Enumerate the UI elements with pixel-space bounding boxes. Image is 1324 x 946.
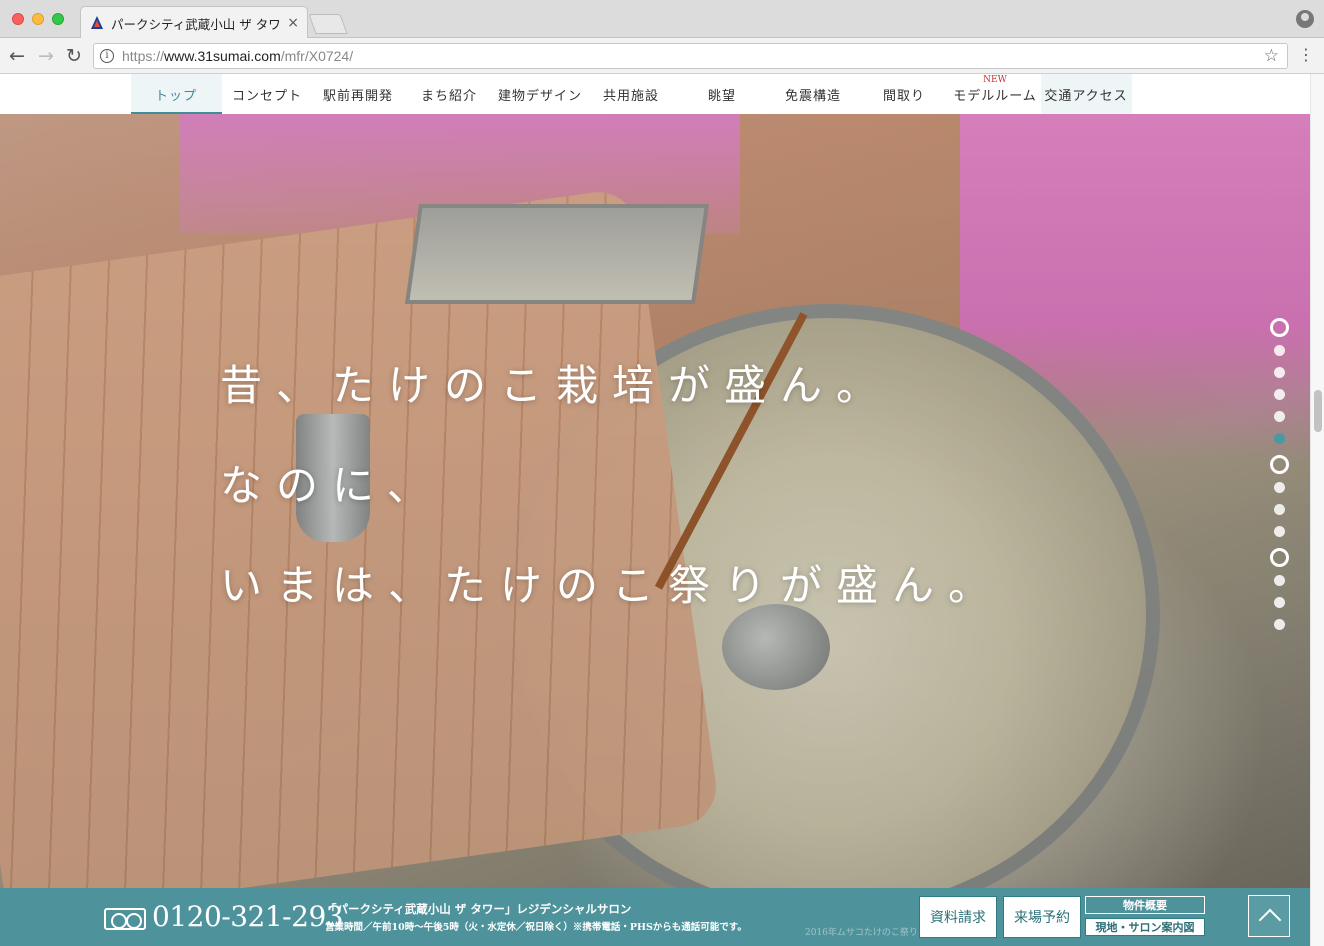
browser-toolbar: ← → ↻ i https://www.31sumai.com/mfr/X072… xyxy=(0,38,1324,74)
phone-number[interactable]: 0120-321-293 xyxy=(152,900,344,933)
slide-dot[interactable] xyxy=(1273,504,1285,515)
nav-design[interactable]: 建物デザイン xyxy=(495,74,586,114)
slide-dot[interactable] xyxy=(1273,411,1285,422)
slide-dot[interactable] xyxy=(1273,367,1285,378)
business-hours: 営業時間／午前10時〜午後5時（火・水定休／祝日除く）※携帯電話・PHSからも通… xyxy=(325,922,747,933)
free-dial-icon xyxy=(104,908,146,930)
new-badge: NEW xyxy=(983,75,1007,85)
slide-dot[interactable] xyxy=(1273,345,1285,356)
profile-icon[interactable] xyxy=(1296,10,1314,28)
slide-dot[interactable] xyxy=(1273,619,1285,630)
info-links: 物件概要 現地・サロン案内図 xyxy=(1085,896,1205,938)
scroll-top-icon[interactable] xyxy=(1248,895,1290,937)
slide-dot[interactable] xyxy=(1273,482,1285,493)
nav-top[interactable]: トップ xyxy=(130,74,222,114)
slide-dot-active[interactable] xyxy=(1273,433,1285,444)
site-map-link[interactable]: 現地・サロン案内図 xyxy=(1085,918,1205,936)
window-maximize-button[interactable] xyxy=(52,13,64,25)
browser-tab[interactable]: パークシティ武蔵小山 ザ タワー × xyxy=(80,6,308,39)
slide-dot[interactable] xyxy=(1269,548,1289,567)
salon-name: 「パークシティ武蔵小山 ザ タワー」レジデンシャルサロン xyxy=(325,902,632,916)
visit-reservation-button[interactable]: 来場予約 xyxy=(1003,896,1081,938)
request-materials-button[interactable]: 資料請求 xyxy=(919,896,997,938)
scrollbar-thumb[interactable] xyxy=(1314,390,1322,432)
nav-seismic[interactable]: 免震構造 xyxy=(768,74,859,114)
property-overview-link[interactable]: 物件概要 xyxy=(1085,896,1205,914)
browser-tab-bar: パークシティ武蔵小山 ザ タワー × xyxy=(0,0,1324,39)
nav-concept[interactable]: コンセプト xyxy=(222,74,313,114)
window-close-button[interactable] xyxy=(12,13,24,25)
favicon-icon xyxy=(89,15,105,31)
reload-icon[interactable]: ↻ xyxy=(63,45,85,67)
info-icon[interactable]: i xyxy=(100,49,114,63)
tab-title: パークシティ武蔵小山 ザ タワー xyxy=(111,16,282,32)
tab-close-icon[interactable]: × xyxy=(287,15,299,31)
hero-headline: 昔、たけのこ栽培が盛ん。 なのに、 いまは、たけのこ祭りが盛ん。 xyxy=(220,336,1004,636)
nav-view[interactable]: 眺望 xyxy=(677,74,768,114)
address-bar[interactable]: i https://www.31sumai.com/mfr/X0724/ ☆ xyxy=(93,43,1288,69)
hero-image: 昔、たけのこ栽培が盛ん。 なのに、 いまは、たけのこ祭りが盛ん。 xyxy=(0,114,1310,888)
nav-access[interactable]: 交通アクセス xyxy=(1040,74,1132,114)
photo-caption: 2016年ムサコたけのこ祭り xyxy=(805,928,918,938)
star-icon[interactable]: ☆ xyxy=(1264,46,1279,66)
site-navigation: トップ コンセプト 駅前再開発 まち紹介 建物デザイン 共用施設 眺望 免震構造… xyxy=(0,74,1310,114)
nav-town[interactable]: まち紹介 xyxy=(404,74,495,114)
slide-dot[interactable] xyxy=(1269,318,1289,337)
headline-line-3: いまは、たけのこ祭りが盛ん。 xyxy=(220,561,1005,610)
footer-bar: 2016年ムサコたけのこ祭り 0120-321-293 「パークシティ武蔵小山 … xyxy=(0,888,1310,946)
nav-facilities[interactable]: 共用施設 xyxy=(586,74,677,114)
url-text[interactable]: https://www.31sumai.com/mfr/X0724/ xyxy=(122,48,353,64)
slide-dot[interactable] xyxy=(1273,597,1285,608)
back-arrow-icon[interactable]: ← xyxy=(6,45,28,67)
window-minimize-button[interactable] xyxy=(32,13,44,25)
forward-arrow-icon[interactable]: → xyxy=(35,45,57,67)
headline-line-1: 昔、たけのこ栽培が盛ん。 xyxy=(220,361,893,410)
slide-dot[interactable] xyxy=(1269,455,1289,474)
nav-floorplan[interactable]: 間取り xyxy=(859,74,950,114)
nav-modelroom[interactable]: NEW モデルルーム xyxy=(950,74,1041,114)
nav-redevelopment[interactable]: 駅前再開発 xyxy=(313,74,404,114)
slide-dot[interactable] xyxy=(1273,526,1285,537)
page-scrollbar[interactable] xyxy=(1310,74,1324,946)
slide-dot[interactable] xyxy=(1273,575,1285,586)
menu-dots-icon[interactable]: ⋮ xyxy=(1298,45,1314,65)
headline-line-2: なのに、 xyxy=(220,461,443,510)
new-tab-button[interactable] xyxy=(308,14,348,34)
slide-indicator xyxy=(1269,318,1289,641)
slide-dot[interactable] xyxy=(1273,389,1285,400)
